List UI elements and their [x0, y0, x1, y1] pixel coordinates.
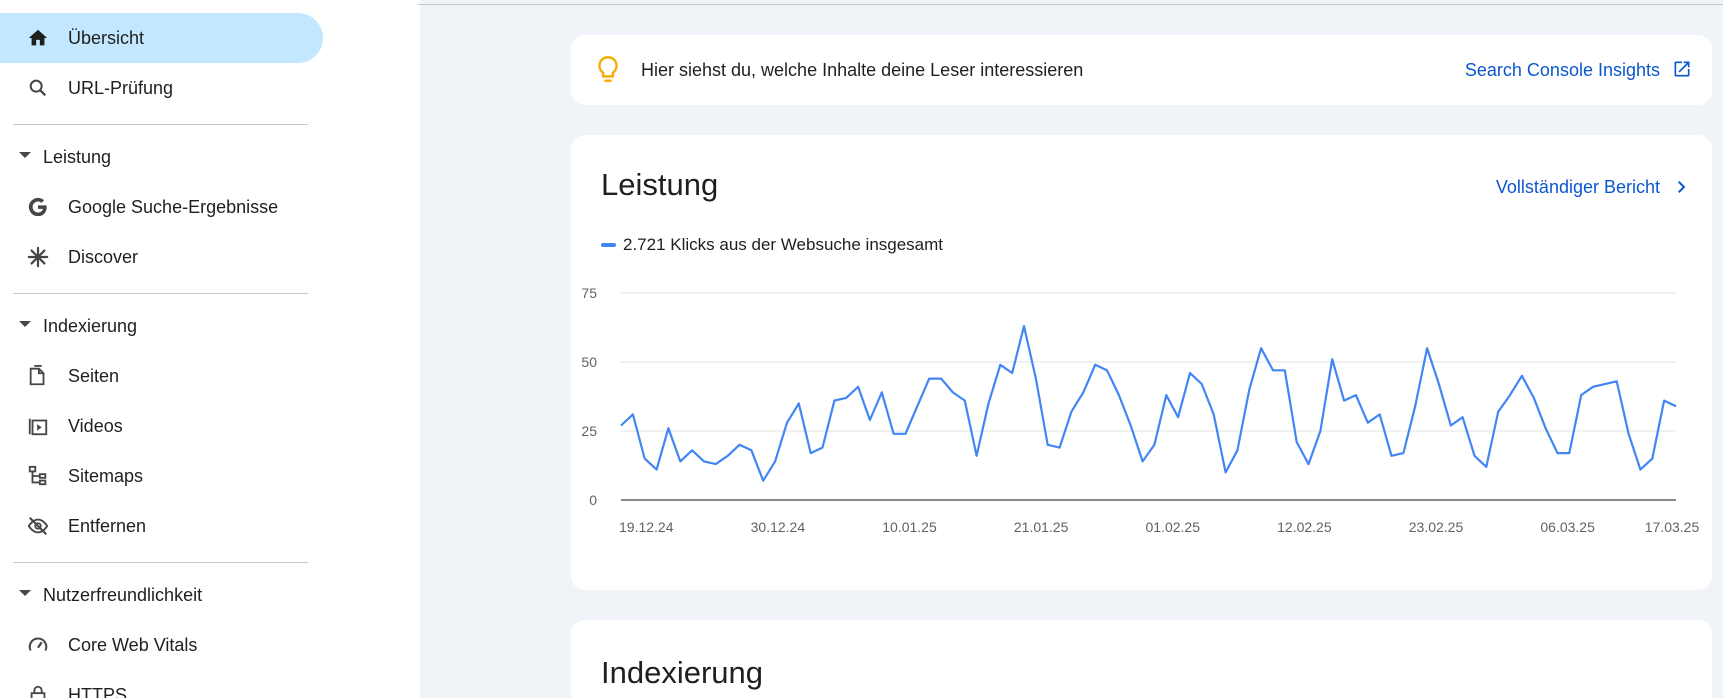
- lock-icon: [26, 683, 50, 698]
- google-g-icon: [26, 195, 50, 219]
- divider: [13, 124, 308, 125]
- sidebar-item-label: Core Web Vitals: [68, 634, 198, 655]
- insights-message: Hier siehst du, welche Inhalte deine Les…: [641, 60, 1084, 80]
- y-tick-label: 75: [581, 285, 597, 301]
- header-divider: [418, 4, 1723, 5]
- sidebar-item-core-web-vitals[interactable]: Core Web Vitals: [0, 620, 320, 670]
- clicks-line-chart: 0 25 50 75 19.12.24 30.12.24 10.01.25 21.01.25 0…: [581, 285, 1700, 535]
- search-icon: [26, 76, 50, 100]
- sidebar-item-label: Seiten: [68, 365, 120, 386]
- sidebar-item-label: Übersicht: [68, 27, 145, 48]
- legend-swatch: [601, 243, 616, 247]
- section-label: Nutzerfreundlichkeit: [43, 584, 203, 605]
- y-tick-label: 50: [581, 354, 597, 370]
- asterisk-icon: [26, 245, 50, 269]
- sidebar-item-label: Discover: [68, 246, 139, 267]
- sidebar-item-label: Google Suche-Ergebnisse: [68, 196, 279, 217]
- x-tick-label: 21.01.25: [1014, 519, 1069, 535]
- clicks-series-line: [620, 324, 1677, 482]
- speedometer-icon: [26, 633, 50, 657]
- home-icon: [26, 26, 50, 50]
- sidebar-item-label: Sitemaps: [68, 465, 144, 486]
- full-report-link[interactable]: Vollständiger Bericht: [1496, 177, 1660, 198]
- x-tick-label: 01.02.25: [1146, 519, 1201, 535]
- x-tick-label: 17.03.25: [1645, 519, 1700, 535]
- y-tick-label: 0: [589, 492, 597, 508]
- open-in-new-icon[interactable]: [1672, 59, 1692, 84]
- sidebar-item-videos[interactable]: Videos: [0, 401, 320, 451]
- caret-down-icon: [19, 152, 31, 158]
- x-tick-label: 10.01.25: [882, 519, 937, 535]
- sidebar-item-google-search[interactable]: Google Suche-Ergebnisse: [0, 182, 320, 232]
- pages-icon: [26, 364, 50, 388]
- sitemap-icon: [26, 464, 50, 488]
- performance-title: Leistung: [601, 167, 719, 202]
- divider: [13, 562, 308, 563]
- performance-card: Leistung Vollständiger Bericht 2.721 Kli…: [571, 135, 1712, 590]
- section-label: Leistung: [43, 146, 112, 167]
- chart-legend: 2.721 Klicks aus der Websuche insgesamt: [601, 235, 943, 255]
- x-tick-label: 12.02.25: [1277, 519, 1332, 535]
- x-tick-label: 23.02.25: [1409, 519, 1464, 535]
- sidebar-item-removals[interactable]: Entfernen: [0, 501, 320, 551]
- sidebar-item-sitemaps[interactable]: Sitemaps: [0, 451, 320, 501]
- section-toggle-indexing[interactable]: Indexierung: [0, 306, 310, 346]
- sidebar-item-url-inspection[interactable]: URL-Prüfung: [0, 63, 320, 113]
- sidebar-item-label: HTTPS: [68, 684, 128, 698]
- x-tick-label: 30.12.24: [751, 519, 806, 535]
- video-library-icon: [26, 414, 50, 438]
- sidebar-item-label: URL-Prüfung: [68, 77, 174, 98]
- sidebar-item-discover[interactable]: Discover: [0, 232, 320, 282]
- y-tick-label: 25: [581, 423, 597, 439]
- section-toggle-experience[interactable]: Nutzerfreundlichkeit: [0, 575, 310, 615]
- sidebar-item-overview[interactable]: Übersicht: [0, 13, 323, 63]
- sidebar-item-pages[interactable]: Seiten: [0, 351, 320, 401]
- sidebar-item-label: Entfernen: [68, 515, 147, 536]
- indexing-title: Indexierung: [601, 655, 764, 690]
- indexing-card: Indexierung: [571, 620, 1712, 698]
- divider: [13, 293, 308, 294]
- sidebar-item-https[interactable]: HTTPS: [0, 670, 320, 698]
- lightbulb-icon: [595, 55, 621, 90]
- section-toggle-performance[interactable]: Leistung: [0, 137, 310, 177]
- sidebar-item-label: Videos: [68, 415, 123, 436]
- x-tick-label: 19.12.24: [619, 519, 674, 535]
- caret-down-icon: [19, 321, 31, 327]
- sidebar: Übersicht URL-Prüfung Leistung Google Su…: [0, 0, 420, 698]
- section-label: Indexierung: [43, 315, 138, 336]
- search-console-insights-link[interactable]: Search Console Insights: [1465, 60, 1660, 81]
- caret-down-icon: [19, 590, 31, 596]
- visibility-off-icon: [26, 514, 50, 538]
- legend-label: 2.721 Klicks aus der Websuche insgesamt: [623, 235, 944, 254]
- chevron-right-icon[interactable]: [1672, 177, 1690, 202]
- x-tick-label: 06.03.25: [1540, 519, 1595, 535]
- insights-banner: Hier siehst du, welche Inhalte deine Les…: [571, 35, 1712, 105]
